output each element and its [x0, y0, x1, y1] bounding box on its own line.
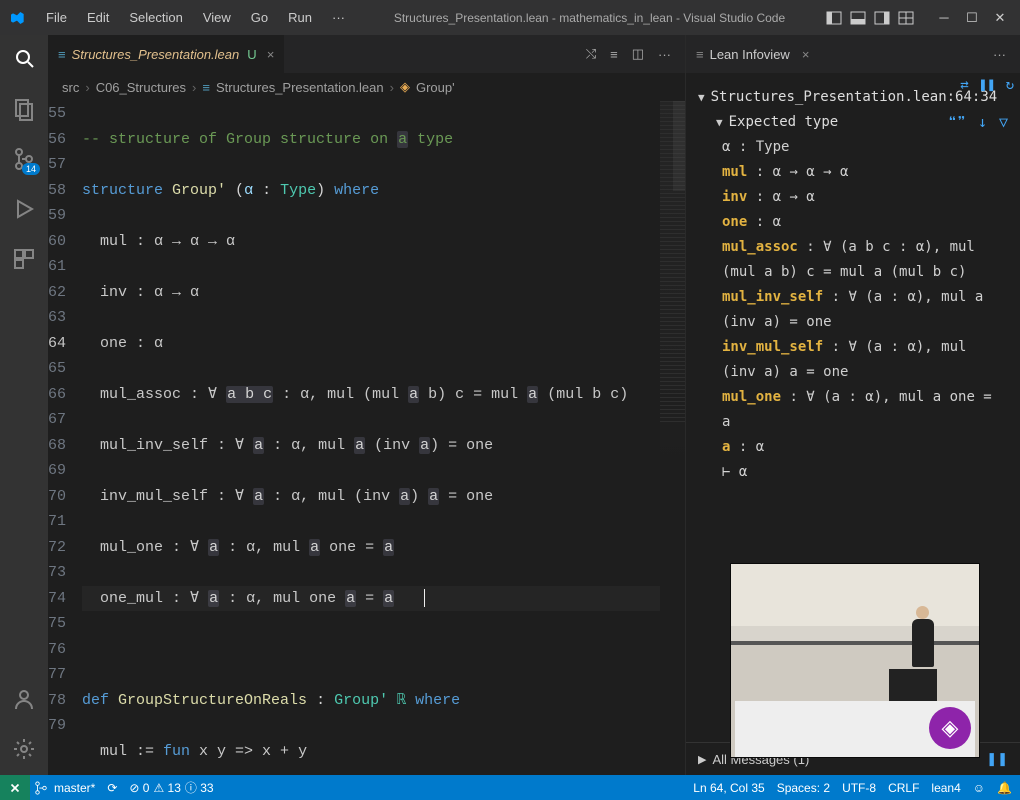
- breadcrumbs[interactable]: src› C06_Structures› ≡ Structures_Presen…: [48, 73, 685, 101]
- eol[interactable]: CRLF: [888, 781, 919, 795]
- menu-edit[interactable]: Edit: [79, 6, 117, 29]
- filter-icon[interactable]: ▽: [999, 110, 1008, 135]
- menu-more[interactable]: ···: [324, 6, 353, 29]
- down-arrow-icon[interactable]: ↓: [978, 110, 987, 135]
- encoding[interactable]: UTF-8: [842, 781, 876, 795]
- code-editor[interactable]: 5556575859606162636465666768697071727374…: [48, 101, 685, 775]
- editor-group: ≡ Structures_Presentation.lean U × ⤭ ≡ ◫…: [48, 35, 685, 775]
- extensions-icon[interactable]: [10, 245, 38, 273]
- tab-lean-infoview[interactable]: ≡ Lean Infoview ×: [696, 47, 809, 62]
- breadcrumb-src[interactable]: src: [62, 80, 79, 95]
- explorer-icon[interactable]: [10, 95, 38, 123]
- cursor-position[interactable]: Ln 64, Col 35: [693, 781, 764, 795]
- layout-custom-icon[interactable]: [898, 10, 914, 26]
- vscode-logo-icon: [8, 9, 26, 27]
- video-thumbnail[interactable]: ◈: [730, 563, 980, 758]
- editor-tabs: ≡ Structures_Presentation.lean U × ⤭ ≡ ◫…: [48, 35, 685, 73]
- pin-icon[interactable]: ⇄: [960, 73, 968, 98]
- quote-icon[interactable]: ❝❞: [948, 110, 966, 135]
- window-title: Structures_Presentation.lean - mathemati…: [357, 11, 822, 25]
- title-bar: File Edit Selection View Go Run ··· Stru…: [0, 0, 1020, 35]
- infoview-location: Structures_Presentation.lean:64:34: [711, 85, 998, 110]
- tab-label: Structures_Presentation.lean: [72, 47, 240, 62]
- disclosure-triangle-icon[interactable]: ▼: [698, 85, 705, 110]
- search-icon[interactable]: [10, 45, 38, 73]
- sync-icon[interactable]: ⟳: [107, 781, 117, 795]
- menu-go[interactable]: Go: [243, 6, 276, 29]
- menu-view[interactable]: View: [195, 6, 239, 29]
- compare-changes-icon[interactable]: ⤭: [586, 46, 596, 62]
- layout-left-icon[interactable]: [826, 10, 842, 26]
- language-mode[interactable]: lean4: [931, 781, 960, 795]
- file-icon: ≡: [58, 47, 66, 62]
- activity-bar: 14: [0, 35, 48, 775]
- run-icon[interactable]: ≡: [610, 47, 618, 62]
- maximize-icon[interactable]: ☐: [964, 10, 980, 26]
- problems-indicator[interactable]: ⊘ 0⚠ 13ⓘ 33: [129, 779, 213, 796]
- panel-more-icon[interactable]: ···: [993, 47, 1020, 62]
- expected-type-header: Expected type: [729, 110, 839, 135]
- tab-structures-presentation[interactable]: ≡ Structures_Presentation.lean U ×: [48, 35, 285, 73]
- feedback-icon[interactable]: ☺: [973, 781, 985, 795]
- tab-close-icon[interactable]: ×: [267, 47, 275, 62]
- account-icon[interactable]: [10, 685, 38, 713]
- breadcrumb-file[interactable]: Structures_Presentation.lean: [216, 80, 384, 95]
- layout-right-icon[interactable]: [874, 10, 890, 26]
- git-branch[interactable]: master*: [34, 781, 95, 795]
- file-icon: ≡: [202, 80, 210, 95]
- text-cursor: [424, 589, 425, 607]
- minimap[interactable]: [660, 101, 685, 775]
- run-debug-icon[interactable]: [10, 195, 38, 223]
- infoview-actions: ❝❞ ↓ ▽: [948, 110, 1008, 135]
- symbol-icon: ◈: [400, 79, 410, 95]
- indentation[interactable]: Spaces: 2: [777, 781, 830, 795]
- disclosure-triangle-icon[interactable]: ▶: [698, 753, 706, 766]
- infoview-toolbar: ⇄ ❚❚ ↻: [960, 73, 1014, 98]
- status-bar: master* ⟳ ⊘ 0⚠ 13ⓘ 33 Ln 64, Col 35 Spac…: [0, 775, 1020, 800]
- line-gutter: 5556575859606162636465666768697071727374…: [48, 101, 82, 775]
- settings-gear-icon[interactable]: [10, 735, 38, 763]
- panel-tab-label: Lean Infoview: [710, 47, 790, 62]
- source-control-icon[interactable]: 14: [10, 145, 38, 173]
- layout-bottom-icon[interactable]: [850, 10, 866, 26]
- presenter-figure: [912, 619, 934, 667]
- editor-actions: ⤭ ≡ ◫ ···: [572, 35, 685, 73]
- scm-badge: 14: [22, 163, 40, 175]
- menu-selection[interactable]: Selection: [121, 6, 190, 29]
- code-content[interactable]: -- structure of Group structure on a typ…: [82, 101, 660, 775]
- more-actions-icon[interactable]: ···: [658, 47, 671, 62]
- minimap-scroll-thumb[interactable]: [673, 101, 685, 191]
- close-icon[interactable]: ✕: [992, 10, 1008, 26]
- panel-close-icon[interactable]: ×: [802, 47, 810, 62]
- breadcrumb-folder[interactable]: C06_Structures: [96, 80, 186, 95]
- refresh-icon[interactable]: ↻: [1006, 73, 1014, 98]
- pause-icon[interactable]: ❚❚: [986, 751, 1008, 767]
- tab-modified: U: [247, 47, 256, 62]
- breadcrumb-symbol[interactable]: Group': [416, 80, 455, 95]
- list-icon: ≡: [696, 47, 704, 62]
- menu-file[interactable]: File: [38, 6, 75, 29]
- minimize-icon[interactable]: ─: [936, 10, 952, 25]
- layout-icons: [826, 10, 914, 26]
- notifications-icon[interactable]: 🔔: [997, 781, 1012, 795]
- disclosure-triangle-icon[interactable]: ▼: [716, 110, 723, 135]
- channel-logo-icon: ◈: [929, 707, 971, 749]
- pause-icon[interactable]: ❚❚: [979, 73, 996, 98]
- menu-run[interactable]: Run: [280, 6, 320, 29]
- remote-indicator[interactable]: [0, 775, 30, 800]
- split-editor-icon[interactable]: ◫: [632, 46, 644, 62]
